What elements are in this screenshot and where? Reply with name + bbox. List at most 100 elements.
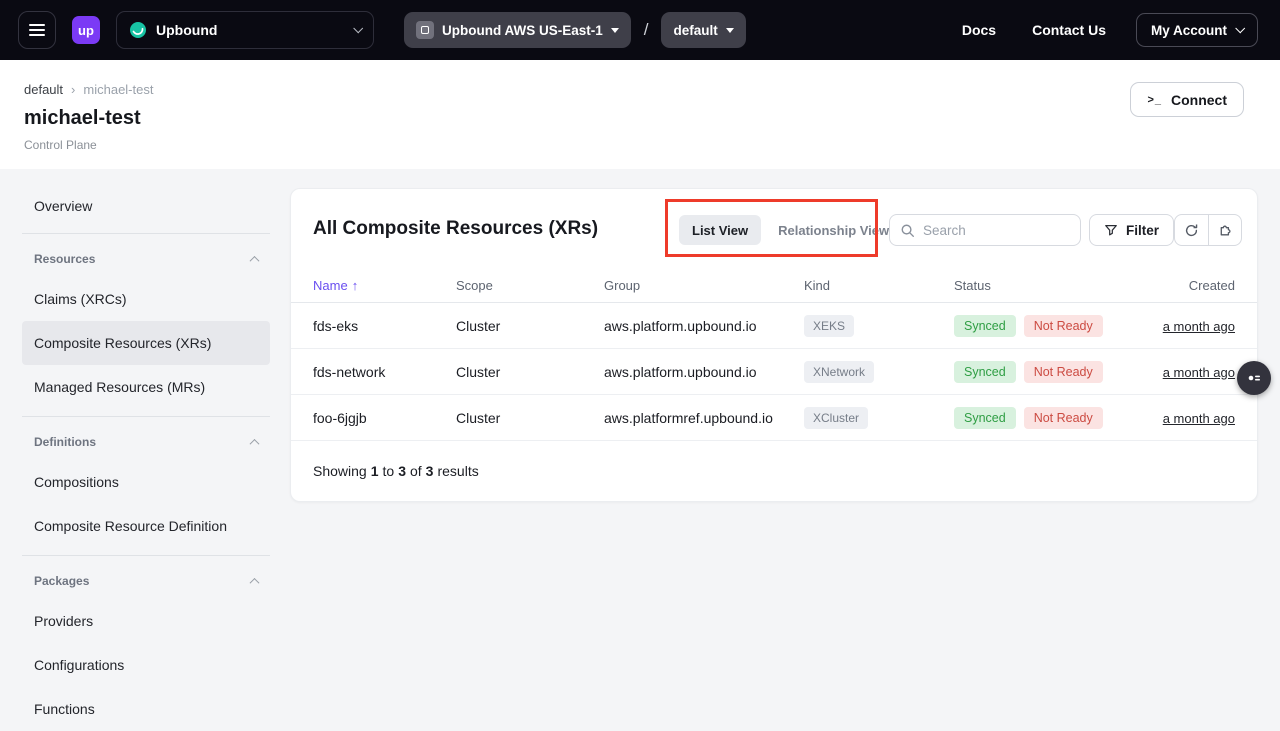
table-row[interactable]: foo-6jgjb Cluster aws.platformref.upboun… — [291, 395, 1257, 441]
triangle-down-icon — [726, 28, 734, 33]
org-globe-icon — [129, 21, 147, 39]
results-total: 3 — [426, 463, 434, 479]
filter-funnel-icon — [1104, 223, 1118, 237]
cell-group: aws.platform.upbound.io — [604, 318, 804, 334]
relationship-view-tab[interactable]: Relationship View — [765, 215, 902, 245]
table-row[interactable]: fds-eks Cluster aws.platform.upbound.io … — [291, 303, 1257, 349]
column-header-scope[interactable]: Scope — [456, 278, 604, 293]
breadcrumb: default › michael-test — [24, 82, 153, 97]
status-badge-synced: Synced — [954, 407, 1016, 429]
panel-title: All Composite Resources (XRs) — [313, 213, 598, 245]
cell-name[interactable]: fds-network — [313, 364, 456, 380]
my-account-button[interactable]: My Account — [1136, 13, 1258, 47]
chevron-up-icon — [250, 255, 260, 265]
status-badge-synced: Synced — [954, 361, 1016, 383]
list-circle-icon — [1246, 370, 1262, 386]
created-timestamp[interactable]: a month ago — [1163, 365, 1235, 380]
terminal-icon: >_ — [1147, 94, 1162, 106]
cell-scope: Cluster — [456, 364, 604, 380]
breadcrumb-slash: / — [644, 20, 649, 40]
triangle-down-icon — [611, 28, 619, 33]
column-header-created[interactable]: Created — [1154, 278, 1235, 293]
chevron-down-icon — [1235, 23, 1245, 33]
hamburger-menu-button[interactable] — [18, 11, 56, 49]
connect-button-label: Connect — [1171, 92, 1227, 108]
breadcrumb-separator-icon: › — [71, 82, 75, 97]
created-timestamp[interactable]: a month ago — [1163, 411, 1235, 426]
results-to: 3 — [398, 463, 406, 479]
control-plane-icon — [416, 21, 434, 39]
control-plane-dropdown-label: Upbound AWS US-East-1 — [442, 23, 603, 38]
sidebar-item-configurations[interactable]: Configurations — [22, 643, 270, 687]
sort-ascending-icon: ↑ — [352, 278, 359, 293]
divider — [22, 555, 270, 556]
sidebar-item-functions[interactable]: Functions — [22, 687, 270, 731]
breadcrumb-parent[interactable]: default — [24, 82, 63, 97]
xr-table: Name ↑ Scope Group Kind Status Created f… — [291, 269, 1257, 501]
refresh-button[interactable] — [1175, 215, 1208, 245]
table-row[interactable]: fds-network Cluster aws.platform.upbound… — [291, 349, 1257, 395]
cell-scope: Cluster — [456, 318, 604, 334]
sidebar-item-claims[interactable]: Claims (XRCs) — [22, 277, 270, 321]
cell-name[interactable]: foo-6jgjb — [313, 410, 456, 426]
page-title: michael-test — [24, 102, 141, 134]
sidebar-item-providers[interactable]: Providers — [22, 599, 270, 643]
kind-badge: XEKS — [804, 315, 854, 337]
group-dropdown-label: default — [673, 23, 717, 38]
org-dropdown[interactable]: Upbound — [116, 11, 374, 49]
page-header: default › michael-test michael-test Cont… — [0, 60, 1280, 169]
composite-resources-panel: All Composite Resources (XRs) List View … — [290, 188, 1258, 502]
sidebar-item-composite-resource-definition[interactable]: Composite Resource Definition — [22, 504, 270, 548]
kind-badge: XCluster — [804, 407, 868, 429]
divider — [22, 233, 270, 234]
kind-badge: XNetwork — [804, 361, 874, 383]
sidebar-item-composite-resources[interactable]: Composite Resources (XRs) — [22, 321, 270, 365]
column-header-kind[interactable]: Kind — [804, 278, 954, 293]
cell-group: aws.platformref.upbound.io — [604, 410, 804, 426]
contact-us-link[interactable]: Contact Us — [1032, 22, 1106, 38]
my-account-label: My Account — [1151, 23, 1227, 38]
search-box — [889, 214, 1081, 246]
extensions-button[interactable] — [1208, 215, 1241, 245]
sidebar-item-managed-resources[interactable]: Managed Resources (MRs) — [22, 365, 270, 409]
page-subtitle: Control Plane — [24, 138, 97, 152]
cell-scope: Cluster — [456, 410, 604, 426]
status-badge-not-ready: Not Ready — [1024, 407, 1103, 429]
created-timestamp[interactable]: a month ago — [1163, 319, 1235, 334]
status-badge-not-ready: Not Ready — [1024, 361, 1103, 383]
annotation-fab[interactable] — [1237, 361, 1271, 395]
search-input[interactable] — [923, 223, 1100, 238]
sidebar-item-compositions[interactable]: Compositions — [22, 460, 270, 504]
sidebar-item-overview[interactable]: Overview — [22, 186, 270, 226]
group-dropdown[interactable]: default — [661, 12, 745, 48]
connect-button[interactable]: >_ Connect — [1130, 82, 1244, 117]
filter-button-label: Filter — [1126, 223, 1159, 238]
column-header-name[interactable]: Name ↑ — [313, 278, 456, 293]
status-badge-synced: Synced — [954, 315, 1016, 337]
sidebar: Overview Resources Claims (XRCs) Composi… — [22, 186, 270, 731]
column-header-group[interactable]: Group — [604, 278, 804, 293]
sidebar-section-resources[interactable]: Resources — [22, 241, 270, 277]
cell-group: aws.platform.upbound.io — [604, 364, 804, 380]
upbound-logo[interactable]: up — [72, 16, 100, 44]
cell-name[interactable]: fds-eks — [313, 318, 456, 334]
section-label: Packages — [34, 574, 89, 588]
table-footer: Showing 1 to 3 of 3 results — [291, 441, 1257, 501]
filter-button[interactable]: Filter — [1089, 214, 1174, 246]
chevron-up-icon — [250, 577, 260, 587]
chevron-up-icon — [250, 438, 260, 448]
sidebar-section-packages[interactable]: Packages — [22, 563, 270, 599]
table-header-row: Name ↑ Scope Group Kind Status Created — [291, 269, 1257, 303]
sidebar-section-definitions[interactable]: Definitions — [22, 424, 270, 460]
results-from: 1 — [371, 463, 379, 479]
docs-link[interactable]: Docs — [962, 22, 996, 38]
table-actions — [1174, 214, 1242, 246]
org-dropdown-label: Upbound — [156, 22, 217, 38]
breadcrumb-current: michael-test — [83, 82, 153, 97]
section-label: Definitions — [34, 435, 96, 449]
column-header-status[interactable]: Status — [954, 278, 1154, 293]
control-plane-dropdown[interactable]: Upbound AWS US-East-1 — [404, 12, 631, 48]
search-icon — [900, 223, 915, 238]
list-view-tab[interactable]: List View — [679, 215, 761, 245]
view-toggle: List View Relationship View — [679, 215, 902, 245]
